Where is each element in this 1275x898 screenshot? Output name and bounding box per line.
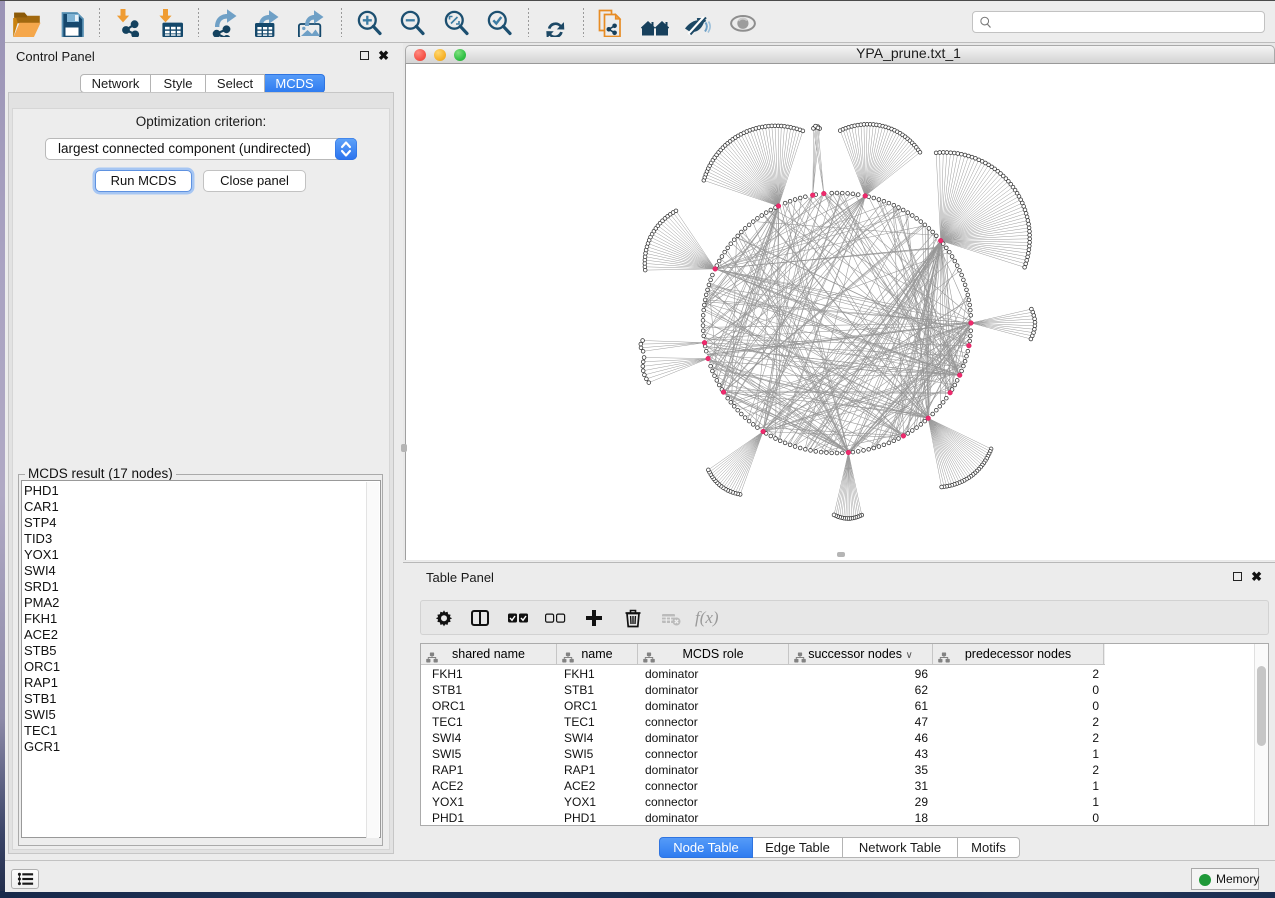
svg-text:f(x): f(x) <box>695 608 719 627</box>
